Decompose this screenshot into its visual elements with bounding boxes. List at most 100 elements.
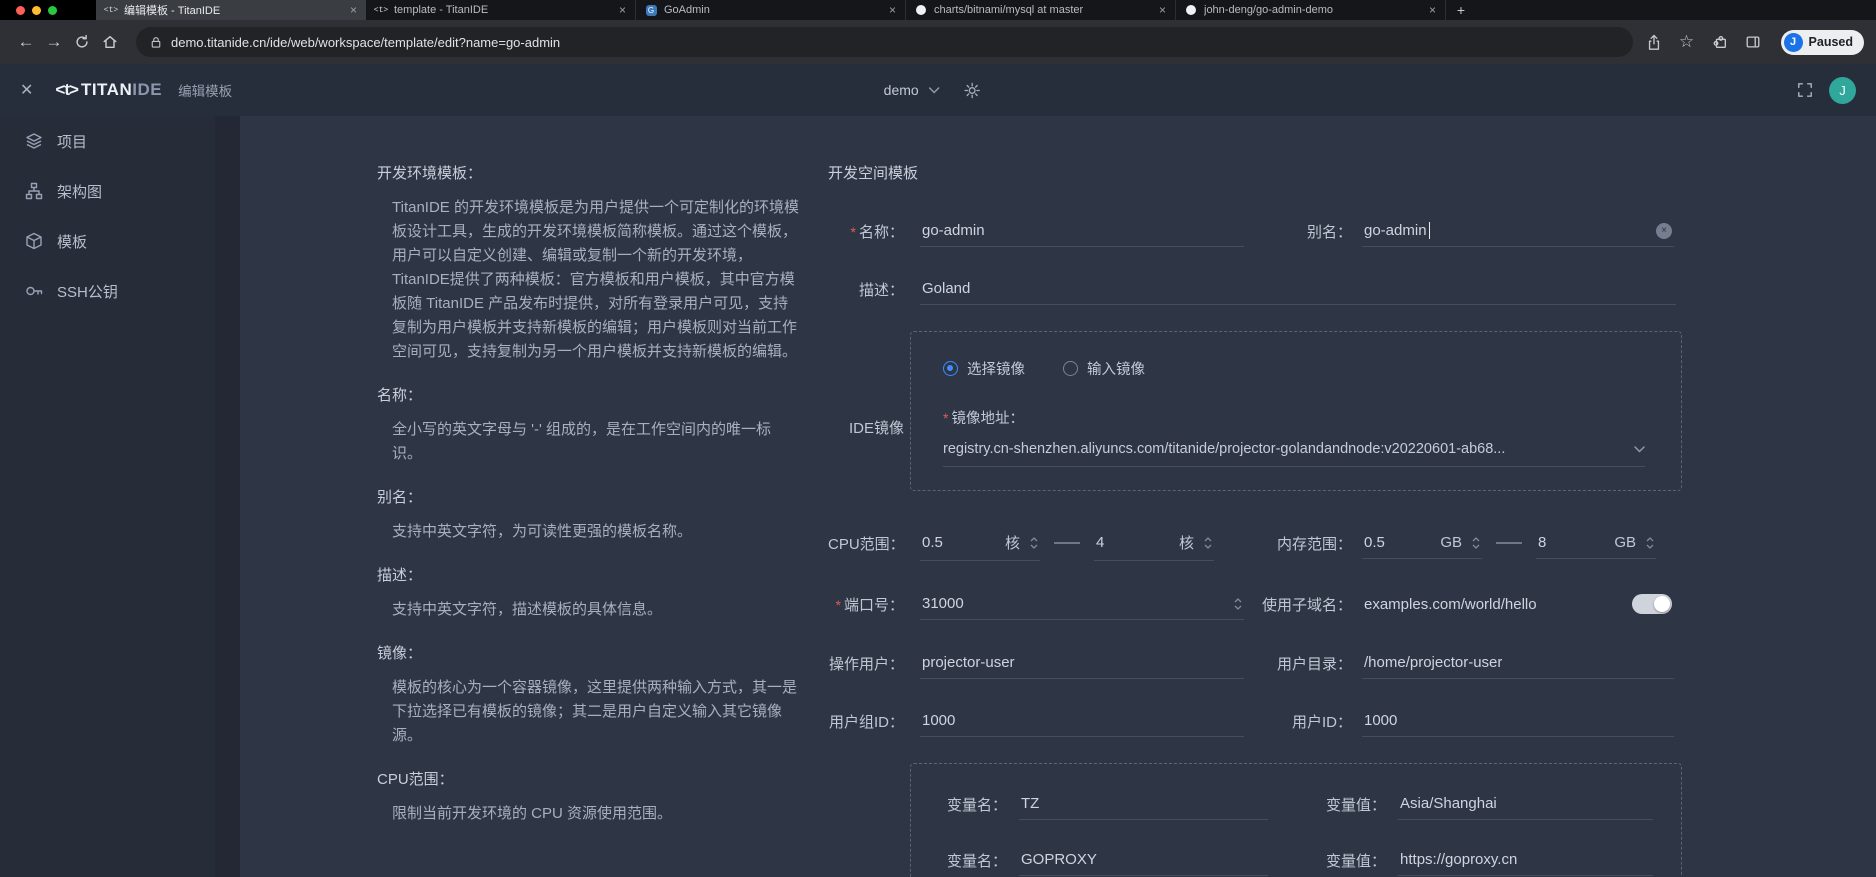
template-form: 开发空间模板 *名称： go-admin 别名： go-admin × [828, 162, 1710, 877]
radio-unselected-icon[interactable] [1063, 361, 1078, 376]
memory-min-value: 0.5 [1364, 534, 1440, 551]
var-value-input[interactable]: https://goproxy.cn [1398, 844, 1653, 876]
memory-unit: GB [1440, 534, 1462, 551]
name-input[interactable]: go-admin [920, 215, 1244, 247]
stepper-icon[interactable] [1030, 537, 1038, 549]
subdomain-field: examples.com/world/hello [1362, 587, 1674, 621]
share-icon[interactable] [1645, 33, 1663, 51]
stepper-icon[interactable] [1234, 598, 1242, 610]
user-id-label: 用户ID： [1244, 711, 1352, 732]
browser-tab[interactable]: <t> template - TitanIDE × [366, 0, 636, 20]
browser-tab[interactable]: charts/bitnami/mysql at master × [906, 0, 1176, 20]
extensions-icon[interactable] [1711, 33, 1729, 51]
tab-title: john-deng/go-admin-demo [1204, 4, 1422, 16]
subdomain-value: examples.com/world/hello [1364, 596, 1537, 613]
architecture-icon [25, 182, 43, 200]
sidebar-item-templates[interactable]: 模板 [0, 216, 215, 266]
url-text: demo.titanide.cn/ide/web/workspace/templ… [171, 35, 560, 50]
radio-selected-icon[interactable] [943, 361, 958, 376]
titanide-logo: <t> TITAN IDE [55, 80, 162, 100]
radio-input-image[interactable]: 输入镜像 [1063, 358, 1145, 379]
user-avatar[interactable]: J [1829, 77, 1856, 104]
image-address-dropdown[interactable]: registry.cn-shenzhen.aliyuncs.com/titani… [943, 441, 1645, 467]
tab-close-icon[interactable]: × [350, 4, 357, 16]
close-icon[interactable]: ✕ [20, 80, 33, 100]
env-var-row: 变量名： GOPROXY 变量值： https://goproxy.cn [939, 844, 1653, 876]
op-user-input[interactable]: projector-user [920, 647, 1244, 679]
doc-heading: CPU范围： [377, 768, 801, 789]
name-label: *名称： [828, 221, 904, 242]
stepper-icon[interactable] [1472, 537, 1480, 549]
tab-title: charts/bitnami/mysql at master [934, 4, 1152, 16]
stepper-icon[interactable] [1646, 537, 1654, 549]
profile-button[interactable]: J Paused [1781, 30, 1864, 55]
tab-close-icon[interactable]: × [1159, 4, 1166, 16]
alias-label: 别名： [1244, 221, 1352, 242]
var-name-label: 变量名： [939, 794, 1007, 815]
lock-icon [150, 36, 162, 49]
tab-close-icon[interactable]: × [1429, 4, 1436, 16]
port-value: 31000 [922, 595, 964, 612]
group-id-input[interactable]: 1000 [920, 705, 1244, 737]
bookmark-star-icon[interactable]: ☆ [1678, 33, 1696, 51]
forward-button[interactable]: → [40, 28, 68, 56]
cube-icon [25, 232, 43, 250]
fullscreen-icon[interactable] [1797, 82, 1813, 98]
port-input[interactable]: 31000 [920, 588, 1244, 620]
subdomain-toggle[interactable] [1632, 594, 1672, 614]
sidebar-item-architecture[interactable]: 架构图 [0, 166, 215, 216]
memory-min-input[interactable]: 0.5 GB [1362, 527, 1482, 559]
window-maximize-button[interactable] [48, 6, 57, 15]
var-name-input[interactable]: GOPROXY [1019, 844, 1268, 876]
side-panel-icon[interactable] [1744, 33, 1762, 51]
var-value-input[interactable]: Asia/Shanghai [1398, 788, 1653, 820]
memory-max-input[interactable]: 8 GB [1536, 527, 1656, 559]
address-bar[interactable]: demo.titanide.cn/ide/web/workspace/templ… [136, 27, 1633, 57]
description-input[interactable]: Goland [920, 273, 1676, 305]
home-button[interactable] [96, 28, 124, 56]
sidebar-item-ssh-keys[interactable]: SSH公钥 [0, 266, 215, 316]
back-button[interactable]: ← [12, 28, 40, 56]
browser-tab-active[interactable]: <t> 编辑模板 - TitanIDE × [96, 0, 366, 20]
browser-tab[interactable]: G GoAdmin × [636, 0, 906, 20]
stepper-icon[interactable] [1204, 537, 1212, 549]
doc-body: 支持中英文字符，描述模板的具体信息。 [377, 598, 801, 622]
tab-close-icon[interactable]: × [619, 4, 626, 16]
description-label: 描述： [828, 279, 904, 300]
alias-input[interactable]: go-admin × [1362, 215, 1674, 247]
var-name-value: TZ [1021, 795, 1039, 812]
var-name-value: GOPROXY [1021, 851, 1097, 868]
required-mark: * [851, 224, 856, 240]
name-value: go-admin [922, 222, 985, 239]
cpu-max-input[interactable]: 4 核 [1094, 525, 1214, 561]
cpu-min-value: 0.5 [922, 534, 1005, 551]
github-favicon-icon [916, 5, 926, 15]
app-root: <t> 编辑模板 - TitanIDE × <t> template - Tit… [0, 0, 1876, 877]
reload-button[interactable] [68, 28, 96, 56]
user-id-input[interactable]: 1000 [1362, 705, 1674, 737]
sidebar-item-label: SSH公钥 [57, 281, 118, 302]
environment-selector[interactable]: demo [884, 82, 919, 98]
main-area: 开发环境模板： TitanIDE 的开发环境模板是为用户提供一个可定制化的环境模… [215, 116, 1876, 877]
sync-paused-label: Paused [1809, 35, 1853, 49]
range-separator [1496, 542, 1522, 544]
window-minimize-button[interactable] [32, 6, 41, 15]
doc-body: 全小写的英文字母与 '-' 组成的，是在工作空间内的唯一标识。 [377, 418, 801, 466]
sidebar-item-projects[interactable]: 项目 [0, 116, 215, 166]
chevron-down-icon[interactable] [929, 87, 940, 94]
window-close-button[interactable] [16, 6, 25, 15]
doc-body: 限制当前开发环境的 CPU 资源使用范围。 [377, 802, 801, 826]
new-tab-button[interactable]: + [1446, 0, 1476, 20]
user-dir-input[interactable]: /home/projector-user [1362, 647, 1674, 679]
browser-tab[interactable]: john-deng/go-admin-demo × [1176, 0, 1446, 20]
page-title: 编辑模板 [178, 80, 232, 100]
radio-select-image[interactable]: 选择镜像 [943, 358, 1025, 379]
var-value-value: https://goproxy.cn [1400, 851, 1517, 868]
gear-icon[interactable] [964, 82, 981, 99]
port-label: *端口号： [828, 594, 904, 615]
var-name-input[interactable]: TZ [1019, 788, 1268, 820]
titanide-favicon-icon: <t> [375, 4, 387, 16]
cpu-min-input[interactable]: 0.5 核 [920, 525, 1040, 561]
tab-close-icon[interactable]: × [889, 4, 896, 16]
clear-icon[interactable]: × [1656, 223, 1672, 239]
